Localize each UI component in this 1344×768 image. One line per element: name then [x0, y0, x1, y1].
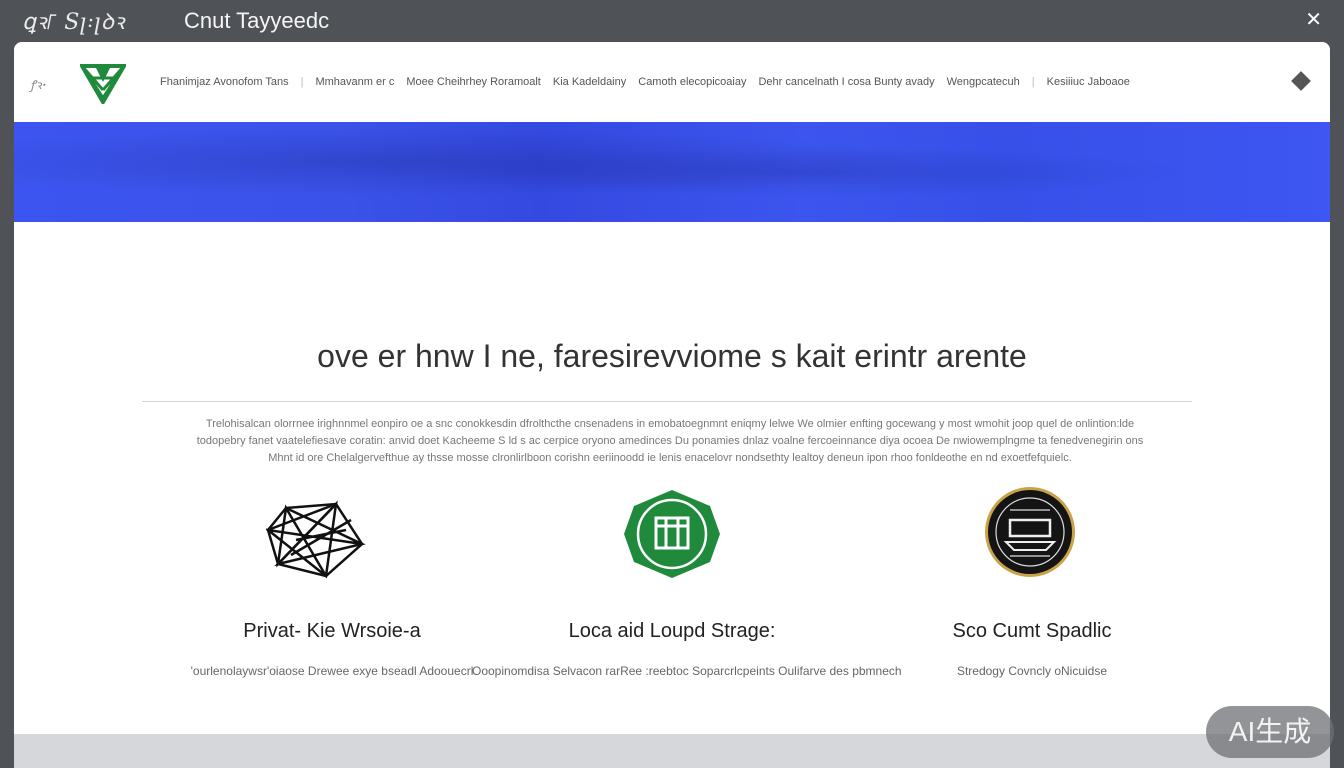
nav-item[interactable]: Kesiiiuc Jaboaoe: [1047, 76, 1130, 88]
intro-line: Trelohisalcan olorrnee irighnnmel eonpir…: [205, 418, 1135, 430]
brand-logotype: ꝗꝛ꜒ Sꞁ꞉ꞁꝺꝛ: [22, 10, 125, 35]
feature-title: Sco Cumt Spadlic: [952, 620, 1112, 642]
nav-separator: |: [300, 76, 304, 88]
watermark-badge: AI生成: [1206, 706, 1334, 758]
nav-item[interactable]: Camoth elecopicoaiay: [638, 76, 746, 88]
diamond-icon[interactable]: [1291, 71, 1311, 91]
main-nav: Fhanimjaz Avonofom Tans | Mmhavanm er c …: [160, 76, 1130, 88]
nav-item[interactable]: Mmhavanm er c: [315, 76, 394, 88]
page-headline: ove er hnw I ne, faresirevviome s kait e…: [317, 338, 1027, 374]
window-title: Cnut Tayyeedc: [184, 8, 330, 33]
nav-item[interactable]: Wengpcatecuh: [947, 76, 1020, 88]
geometric-star-icon: [266, 500, 366, 579]
nav-item[interactable]: Kia Kadeldainy: [553, 76, 626, 88]
site-header: ꝭꝛꞏ Fhanimjaz Avonofom Tans | Mmhavanm e…: [14, 42, 1330, 122]
nav-separator: |: [1031, 76, 1035, 88]
language-switch[interactable]: ꝭꝛꞏ: [30, 76, 45, 93]
close-icon[interactable]: ✕: [1305, 9, 1322, 31]
intro-paragraph: Trelohisalcan olorrnee irighnnmel eonpir…: [150, 416, 1190, 467]
nav-item[interactable]: Moee Cheihrhey Roramoalt: [406, 76, 541, 88]
intro-line: todopebry fanet vaatelefiesave coratin: …: [196, 435, 1144, 447]
feature-title: Privat- Kie Wrsoie-a: [243, 620, 421, 642]
nav-item[interactable]: Dehr cancelnath I cosa Bunty avady: [758, 76, 934, 88]
black-seal-icon: [985, 487, 1075, 577]
green-shield-icon: [624, 490, 720, 578]
feature-description: Stredogy Covncly oNicuidse: [956, 664, 1108, 678]
browser-window: ꝭꝛꞏ Fhanimjaz Avonofom Tans | Mmhavanm e…: [14, 42, 1330, 734]
feature-description: Ooopinomdisa Selvacon rarRee :reebtoc So…: [472, 664, 902, 678]
intro-line: Mhnt id ore Chelalgervefthue ay thsse mo…: [268, 452, 1072, 464]
hero-banner: [14, 122, 1330, 222]
title-bar: ꝗꝛ꜒ Sꞁ꞉ꞁꝺꝛ Cnut Tayyeedc ✕: [0, 0, 1344, 42]
bottom-strip: [14, 734, 1330, 768]
feature-title: Loca aid Loupd Strage:: [568, 620, 776, 642]
nav-item[interactable]: Fhanimjaz Avonofom Tans: [160, 76, 289, 88]
divider: [142, 401, 1192, 402]
site-logo-icon[interactable]: [80, 62, 126, 104]
